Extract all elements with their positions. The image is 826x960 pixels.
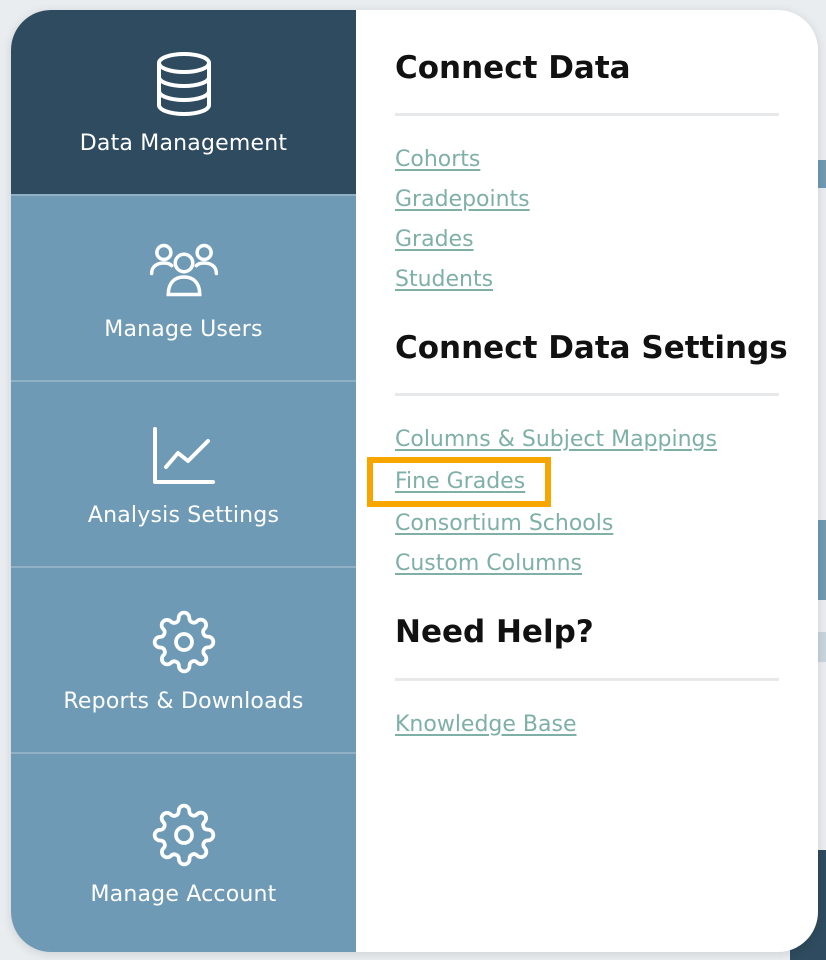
sidebar-item-label: Manage Account <box>90 881 277 907</box>
link-cohorts[interactable]: Cohorts <box>395 140 480 180</box>
divider <box>395 393 779 397</box>
link-list: Knowledge Base <box>395 705 818 745</box>
sidebar-item-reports-downloads[interactable]: Reports & Downloads <box>11 568 356 754</box>
sidebar-item-label: Analysis Settings <box>87 502 280 528</box>
gear-icon <box>149 800 219 870</box>
link-custom-columns[interactable]: Custom Columns <box>395 544 582 584</box>
sidebar: Data Management Manage Users Analysis Se… <box>11 10 356 952</box>
divider <box>395 677 779 681</box>
link-gradepoints[interactable]: Gradepoints <box>395 180 530 220</box>
gear-icon <box>149 607 219 677</box>
link-list: Columns & Subject Mappings Fine Grades C… <box>366 420 818 584</box>
divider <box>395 113 779 117</box>
sidebar-item-label: Reports & Downloads <box>63 688 304 714</box>
sidebar-item-data-management[interactable]: Data Management <box>11 10 356 196</box>
database-icon <box>149 49 219 119</box>
sidebar-item-analysis-settings[interactable]: Analysis Settings <box>11 382 356 568</box>
link-fine-grades[interactable]: Fine Grades <box>366 457 552 508</box>
link-list: Cohorts Gradepoints Grades Students <box>395 140 818 300</box>
section-connect-data-settings: Connect Data Settings Columns & Subject … <box>366 330 818 584</box>
sidebar-item-label: Manage Users <box>104 316 263 342</box>
submenu-panel: Connect Data Cohorts Gradepoints Grades … <box>356 10 818 952</box>
link-consortium-schools[interactable]: Consortium Schools <box>395 504 613 544</box>
sidebar-item-manage-users[interactable]: Manage Users <box>11 196 356 382</box>
users-icon <box>149 235 219 305</box>
sidebar-item-label: Data Management <box>79 130 288 156</box>
navigation-menu: Data Management Manage Users Analysis Se… <box>11 10 818 952</box>
line-chart-icon <box>149 421 219 491</box>
link-knowledge-base[interactable]: Knowledge Base <box>395 705 577 745</box>
section-need-help: Need Help? Knowledge Base <box>395 614 818 744</box>
link-columns-subject-mappings[interactable]: Columns & Subject Mappings <box>395 420 717 460</box>
section-title: Connect Data <box>395 50 631 86</box>
section-connect-data: Connect Data Cohorts Gradepoints Grades … <box>395 50 818 300</box>
section-title: Connect Data Settings <box>395 330 788 367</box>
sidebar-item-manage-account[interactable]: Manage Account <box>11 754 356 952</box>
link-students[interactable]: Students <box>395 260 493 300</box>
section-title: Need Help? <box>395 614 594 651</box>
link-grades[interactable]: Grades <box>395 220 474 260</box>
